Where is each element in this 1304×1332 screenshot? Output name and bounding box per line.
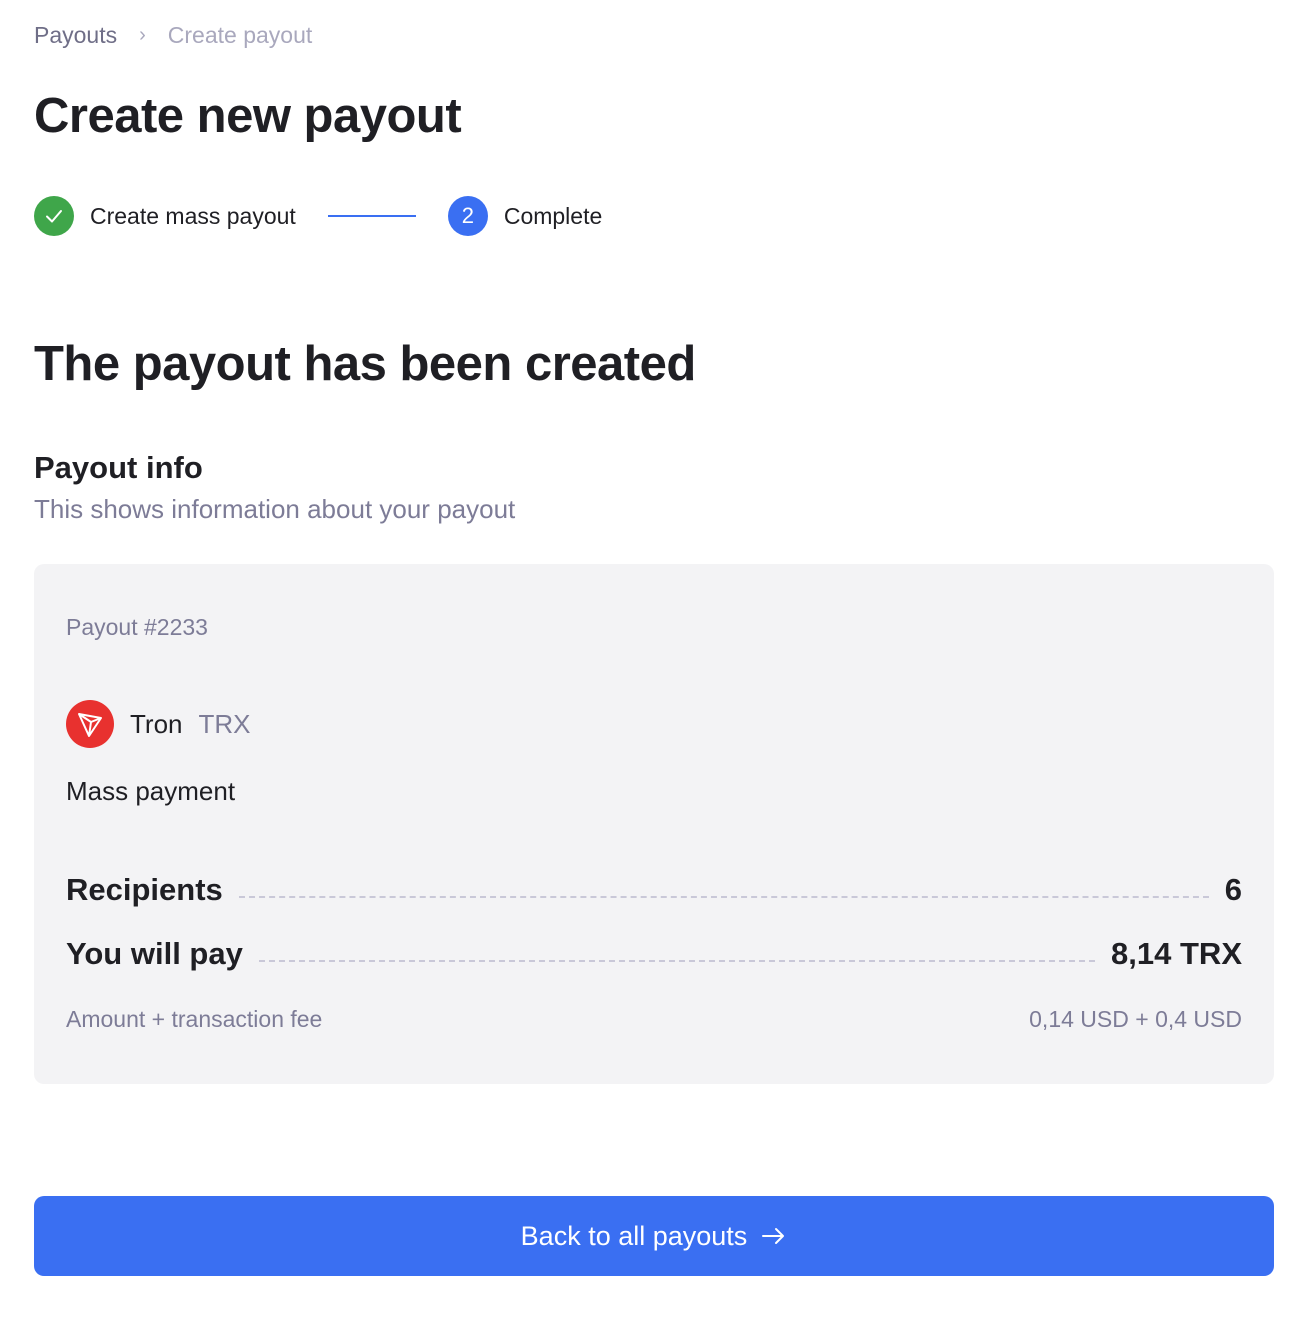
step-connector bbox=[327, 215, 416, 217]
total-value: 8,14 TRX bbox=[1111, 936, 1242, 971]
arrow-right-icon bbox=[761, 1226, 787, 1246]
step-1-label: Create mass payout bbox=[90, 202, 296, 229]
dotted-leader bbox=[258, 960, 1096, 962]
recipients-label: Recipients bbox=[66, 872, 223, 907]
total-row: You will pay 8,14 TRX bbox=[66, 936, 1242, 972]
payout-info-card: Payout #2233 Tron TRX Mass payment Recip… bbox=[34, 564, 1274, 1084]
success-title: The payout has been created bbox=[34, 337, 696, 391]
dotted-leader bbox=[238, 896, 1209, 898]
payout-id: Payout #2233 bbox=[66, 614, 208, 640]
coin-row: Tron TRX bbox=[66, 700, 251, 748]
coin-name: Tron bbox=[130, 708, 183, 739]
coin-ticker: TRX bbox=[198, 708, 251, 739]
fee-row: Amount + transaction fee 0,14 USD + 0,4 … bbox=[66, 1006, 1242, 1033]
payment-type: Mass payment bbox=[66, 776, 236, 806]
breadcrumb: Payouts › Create payout bbox=[34, 22, 312, 49]
checkmark-icon bbox=[34, 196, 74, 236]
recipients-value: 6 bbox=[1224, 872, 1242, 907]
back-to-payouts-button[interactable]: Back to all payouts bbox=[34, 1196, 1274, 1276]
breadcrumb-payouts-link[interactable]: Payouts bbox=[34, 22, 117, 49]
fee-label: Amount + transaction fee bbox=[66, 1006, 323, 1032]
payout-info-subtitle: This shows information about your payout bbox=[34, 494, 516, 524]
chevron-right-icon: › bbox=[139, 24, 146, 46]
breadcrumb-current: Create payout bbox=[167, 22, 313, 48]
payout-info-title: Payout info bbox=[34, 450, 203, 485]
total-label: You will pay bbox=[66, 936, 243, 971]
back-button-label: Back to all payouts bbox=[520, 1220, 748, 1251]
stepper: Create mass payout 2 Complete bbox=[34, 196, 602, 236]
fee-value: 0,14 USD + 0,4 USD bbox=[1029, 1006, 1242, 1032]
recipients-row: Recipients 6 bbox=[66, 872, 1242, 908]
page-title: Create new payout bbox=[34, 89, 462, 143]
step-2-number: 2 bbox=[447, 196, 488, 236]
tron-icon bbox=[66, 700, 114, 748]
step-2-label: Complete bbox=[503, 202, 603, 229]
